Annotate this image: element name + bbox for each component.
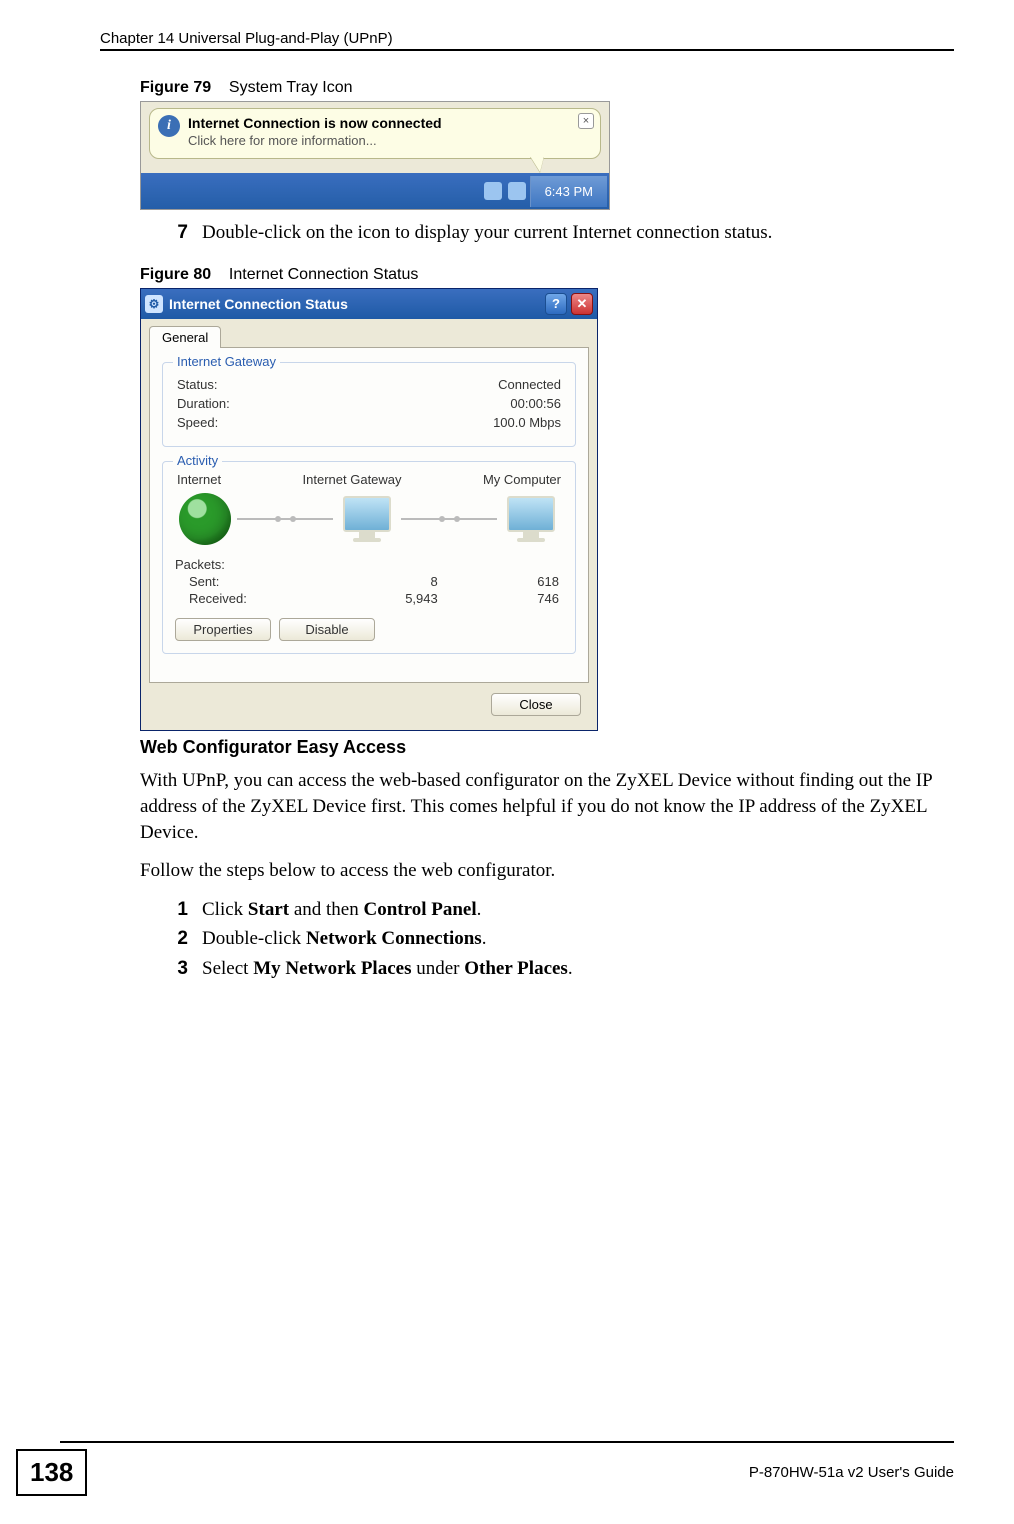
figure-80-label: Figure 80 [140,266,211,283]
balloon-tail [530,156,544,172]
guide-name: P-870HW-51a v2 User's Guide [749,1464,954,1481]
chapter-header: Chapter 14 Universal Plug-and-Play (UPnP… [100,30,954,47]
activity-col-internet: Internet [177,472,221,487]
group-title-activity: Activity [173,453,222,468]
step-number: 2 [170,926,188,952]
received-computer-value: 746 [442,591,563,606]
tray-network-icon[interactable] [484,182,502,200]
paragraph-1: With UPnP, you can access the web-based … [140,768,954,847]
speed-label: Speed: [177,415,218,430]
page-footer: 138 P-870HW-51a v2 User's Guide [0,1441,1014,1496]
group-title-gateway: Internet Gateway [173,354,280,369]
step-text: Double-click Network Connections. [202,926,486,952]
balloon-title: Internet Connection is now connected [188,115,574,131]
duration-value: 00:00:56 [510,396,561,411]
notification-balloon[interactable]: i × Internet Connection is now connected… [149,108,601,159]
speed-value: 100.0 Mbps [493,415,561,430]
gateway-icon [339,496,395,542]
balloon-subtitle: Click here for more information... [188,133,574,148]
titlebar[interactable]: ⚙ Internet Connection Status ? ✕ [141,289,597,319]
activity-col-mycomputer: My Computer [483,472,561,487]
taskbar: 6:43 PM [141,173,609,209]
connector-line [237,518,333,520]
sent-label: Sent: [175,574,321,589]
info-icon: i [158,115,180,137]
step-2: 2 Double-click Network Connections. [170,926,954,952]
sent-gateway-value: 8 [321,574,442,589]
duration-label: Duration: [177,396,230,411]
computer-icon [503,496,559,542]
section-heading: Web Configurator Easy Access [140,737,954,758]
figure-79-image: i × Internet Connection is now connected… [140,101,610,210]
connector-line-2 [401,518,497,520]
figure-80-title: Internet Connection Status [229,266,418,283]
close-icon[interactable]: × [578,113,594,129]
received-gateway-value: 5,943 [321,591,442,606]
page-number: 138 [16,1449,87,1496]
help-button[interactable]: ? [545,293,567,315]
step-number: 3 [170,956,188,982]
window-icon: ⚙ [145,295,163,313]
packets-label: Packets: [175,557,321,572]
globe-icon [179,493,231,545]
header-rule [100,49,954,51]
step-number: 7 [170,220,188,246]
activity-col-gateway: Internet Gateway [303,472,402,487]
tray-clock[interactable]: 6:43 PM [530,176,607,207]
status-value: Connected [498,377,561,392]
footer-rule [60,1441,954,1443]
group-internet-gateway: Internet Gateway Status: Connected Durat… [162,362,576,447]
figure-80-caption: Figure 80 Internet Connection Status [140,266,954,284]
figure-79-title: System Tray Icon [229,79,353,96]
sent-computer-value: 618 [442,574,563,589]
group-activity: Activity Internet Internet Gateway My Co… [162,461,576,654]
step-7: 7 Double-click on the icon to display yo… [170,220,954,246]
disable-button[interactable]: Disable [279,618,375,641]
step-text: Double-click on the icon to display your… [202,220,772,246]
figure-79-label: Figure 79 [140,79,211,96]
step-number: 1 [170,897,188,923]
properties-button[interactable]: Properties [175,618,271,641]
paragraph-2: Follow the steps below to access the web… [140,858,954,884]
step-3: 3 Select My Network Places under Other P… [170,956,954,982]
tray-icons [484,182,526,200]
step-text: Select My Network Places under Other Pla… [202,956,573,982]
tray-network-icon-2[interactable] [508,182,526,200]
window-title: Internet Connection Status [169,296,348,312]
figure-79-caption: Figure 79 System Tray Icon [140,79,954,97]
step-text: Click Start and then Control Panel. [202,897,481,923]
step-1: 1 Click Start and then Control Panel. [170,897,954,923]
status-label: Status: [177,377,217,392]
received-label: Received: [175,591,321,606]
window-close-button[interactable]: ✕ [571,293,593,315]
close-button[interactable]: Close [491,693,581,716]
internet-connection-status-window: ⚙ Internet Connection Status ? ✕ General… [140,288,598,731]
tab-general[interactable]: General [149,326,221,348]
tab-panel-general: Internet Gateway Status: Connected Durat… [149,347,589,683]
